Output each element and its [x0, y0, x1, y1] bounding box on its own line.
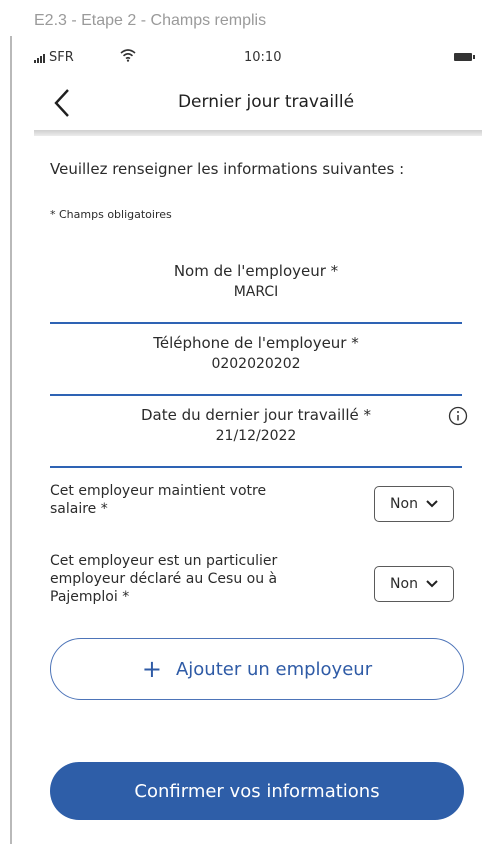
carrier-indicator: SFR: [34, 50, 74, 65]
confirm-label: Confirmer vos informations: [134, 780, 380, 802]
chevron-down-icon: [426, 580, 438, 588]
field-label: Nom de l'employeur *: [173, 262, 339, 280]
add-employer-label: Ajouter un employeur: [175, 658, 373, 680]
frame-border: [10, 36, 12, 844]
page-title: Dernier jour travaillé: [177, 92, 355, 112]
field-label: Date du dernier jour travaillé *: [140, 406, 371, 424]
wifi-icon: [120, 49, 136, 62]
salary-maintained-question: Cet employeur maintient votre salaire *: [50, 483, 267, 517]
select-value: Non: [390, 496, 418, 512]
last-workday-date-field[interactable]: Date du dernier jour travaillé * 21/12/2…: [50, 406, 468, 468]
info-icon[interactable]: [448, 406, 468, 426]
field-value[interactable]: MARCI: [50, 284, 462, 300]
clock: 10:10: [244, 50, 282, 65]
cesu-pajemploi-select[interactable]: Non: [374, 566, 454, 602]
confirm-button[interactable]: Confirmer vos informations: [50, 762, 464, 820]
cesu-pajemploi-question: Cet employeur est un particulier employe…: [50, 553, 278, 605]
mockup-caption: E2.3 - Etape 2 - Champs remplis: [34, 12, 267, 29]
employer-phone-field[interactable]: Téléphone de l'employeur * 0202020202: [50, 334, 462, 396]
form-intro: Veuillez renseigner les informations sui…: [50, 160, 405, 178]
chevron-down-icon: [426, 500, 438, 508]
add-employer-button[interactable]: + Ajouter un employeur: [50, 638, 464, 700]
employer-name-field[interactable]: Nom de l'employeur * MARCI: [50, 262, 462, 324]
status-bar: SFR 10:10: [34, 42, 482, 72]
required-fields-note: * Champs obligatoires: [50, 208, 172, 221]
navigation-bar: Dernier jour travaillé: [34, 76, 482, 130]
field-value[interactable]: 21/12/2022: [50, 428, 462, 444]
plus-icon: +: [141, 655, 162, 683]
salary-maintained-select[interactable]: Non: [374, 486, 454, 522]
carrier-name: SFR: [49, 50, 74, 65]
field-value[interactable]: 0202020202: [50, 356, 462, 372]
select-value: Non: [390, 576, 418, 592]
navbar-divider: [34, 130, 482, 136]
battery-icon: [454, 53, 475, 61]
field-label: Téléphone de l'employeur *: [153, 334, 359, 352]
signal-icon: [34, 53, 45, 63]
